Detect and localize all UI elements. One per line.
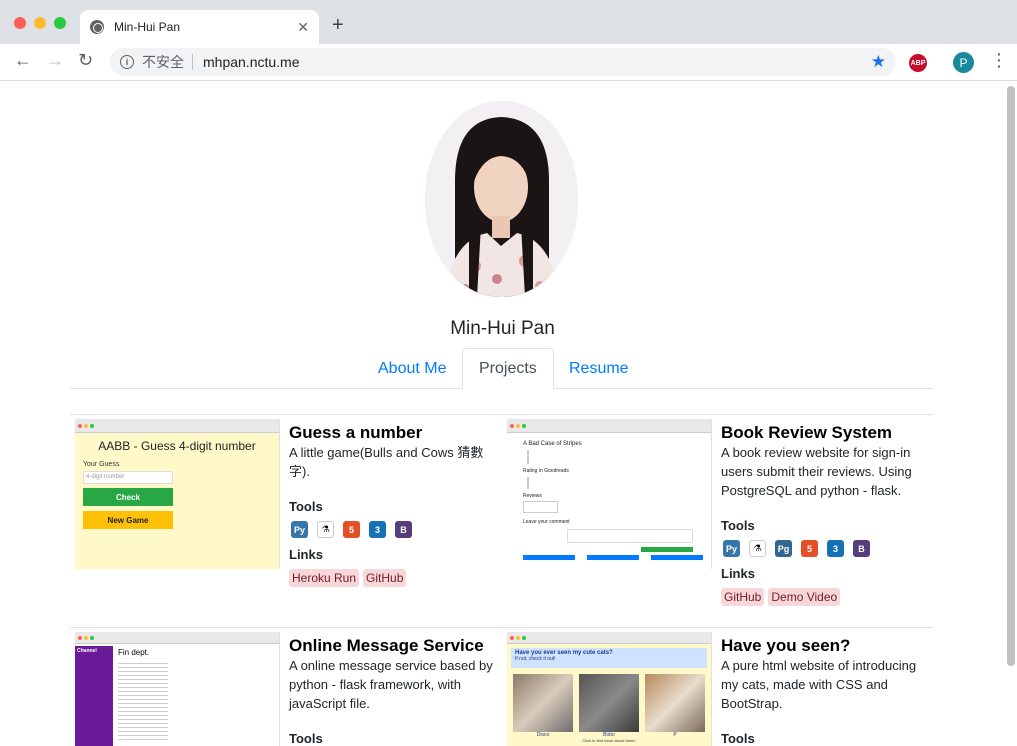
link-github[interactable]: GitHub [363,569,407,587]
flask-icon: ⚗ [317,521,334,538]
tools-heading: Tools [721,518,755,533]
browser-toolbar: ← → ↻ i 不安全 mhpan.nctu.me ★ ABP P ⋮ [0,44,1017,81]
project-thumbnail-book[interactable]: A Bad Case of Stripes Rating in Goodread… [507,419,712,569]
thumb-heading: A Bad Case of Stripes [523,441,582,447]
page-viewport: Min-Hui Pan About Me Projects Resume AAB… [0,82,1017,746]
project-title: Online Message Service [289,636,484,655]
thumb-check-button: Check [83,488,173,506]
adblock-icon[interactable]: ABP [909,54,927,72]
browser-tab-strip: Min-Hui Pan ✕ + [0,0,1017,44]
info-icon[interactable]: i [120,55,134,69]
thumb-input: 4-digit number [83,471,173,484]
profile-name: Min-Hui Pan [450,318,555,339]
menu-icon[interactable]: ⋮ [990,51,1008,69]
close-tab-icon[interactable]: ✕ [297,19,309,36]
security-label: 不安全 [142,54,184,70]
project-title: Book Review System [721,423,893,442]
project-description: A online message service based by python… [289,658,493,711]
links-list: GitHub Demo Video [721,588,841,606]
cat-name: Disco [536,732,550,738]
link-demo-video[interactable]: Demo Video [768,588,841,606]
divider [192,54,193,70]
thumb-heading: AABB - Guess 4-digit number [98,439,256,453]
html5-icon: 5 [801,540,818,557]
tab-title: Min-Hui Pan [114,20,181,34]
scrollbar[interactable] [1007,86,1015,666]
globe-icon [90,20,104,34]
thumb-footer: Click to find more about them! [582,738,636,743]
tools-heading: Tools [289,731,323,746]
window-controls [14,17,66,29]
project-thumbnail-cats[interactable]: Have you ever seen my cute cats? If not,… [507,632,712,746]
links-heading: Links [721,566,755,581]
thumb-sub: Reviews [523,493,542,499]
thumb-field-label: Your Guess [83,461,120,468]
python-icon: Py [723,540,740,557]
project-description: A pure html website of introducing my ca… [721,658,917,711]
thumb-sub: If not, check it out! [515,656,556,662]
thumb-channel-label: Channel [77,648,97,654]
cat-name: P [673,732,677,738]
project-description: A book review website for sign-in users … [721,445,912,498]
address-bar[interactable]: i 不安全 mhpan.nctu.me ★ [110,48,896,76]
project-description: A little game(Bulls and Cows 猜數字). [289,445,484,479]
close-window-button[interactable] [14,17,26,29]
project-thumbnail-message[interactable]: Channel Fin dept. [75,632,280,746]
divider [70,627,933,628]
browser-tab[interactable]: Min-Hui Pan ✕ [80,10,319,44]
bookmark-star-icon[interactable]: ★ [871,52,886,72]
tools-heading: Tools [289,499,323,514]
forward-icon[interactable]: → [46,50,64,71]
postgresql-icon: Pg [775,540,792,557]
thumb-new-game-button: New Game [83,511,173,529]
minimize-window-button[interactable] [34,17,46,29]
url-text[interactable]: mhpan.nctu.me [203,54,300,70]
flask-icon: ⚗ [749,540,766,557]
thumb-sub: Leave your comment [523,519,570,525]
tools-heading: Tools [721,731,755,746]
new-tab-button[interactable]: + [332,14,344,37]
tab-projects[interactable]: Projects [462,348,554,389]
project-thumbnail-guess[interactable]: AABB - Guess 4-digit number Your Guess 4… [75,419,280,569]
nav-tabs: About Me Projects Resume [70,348,933,389]
link-github[interactable]: GitHub [721,588,765,606]
maximize-window-button[interactable] [54,17,66,29]
python-icon: Py [291,521,308,538]
project-title: Have you seen? [721,636,851,655]
bootstrap-icon: B [395,521,412,538]
reload-icon[interactable]: ↻ [78,50,93,71]
back-icon[interactable]: ← [14,50,32,71]
thumb-sub: Rating in Goodreads [523,468,569,474]
profile-avatar[interactable]: P [953,52,974,73]
tools-list: Py ⚗ Pg 5 3 B [723,540,870,557]
links-heading: Links [289,547,323,562]
links-list: Heroku Run GitHub [289,569,407,587]
css3-icon: 3 [369,521,386,538]
divider [70,414,933,415]
tools-list: Py ⚗ 5 3 B [291,521,412,538]
profile-photo [425,101,578,297]
tab-about-me[interactable]: About Me [362,348,462,389]
tab-resume[interactable]: Resume [553,348,645,389]
bootstrap-icon: B [853,540,870,557]
thumb-header: Fin dept. [118,648,150,657]
link-heroku-run[interactable]: Heroku Run [289,569,360,587]
css3-icon: 3 [827,540,844,557]
html5-icon: 5 [343,521,360,538]
project-title: Guess a number [289,423,423,442]
